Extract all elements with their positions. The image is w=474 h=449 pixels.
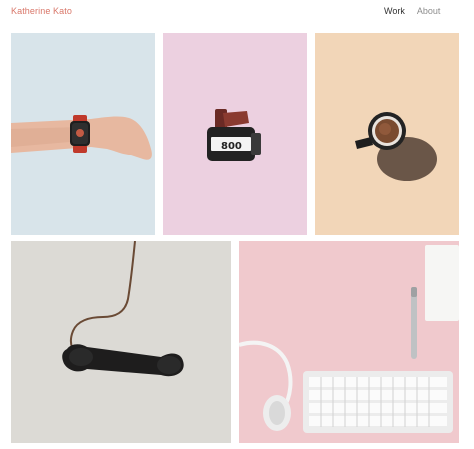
film-label: 800	[221, 141, 242, 152]
smartwatch-photo-tile[interactable]	[11, 33, 155, 235]
nav-about-link[interactable]: About	[417, 6, 441, 16]
desk-setup-photo-tile[interactable]	[239, 241, 459, 443]
nav-work-link[interactable]: Work	[384, 6, 405, 16]
main-nav: Work About	[384, 6, 440, 16]
coffee-cup-photo-tile[interactable]	[315, 33, 459, 235]
desk-setup-photo	[239, 241, 459, 443]
coffee-cup-photo	[315, 33, 459, 235]
site-title[interactable]: Katherine Kato	[11, 6, 72, 16]
telephone-handset-photo	[11, 241, 231, 443]
film-canister-photo: 800	[163, 33, 307, 235]
film-canister-photo-tile[interactable]: 800	[163, 33, 307, 235]
smartwatch-photo	[11, 33, 155, 235]
telephone-handset-photo-tile[interactable]	[11, 241, 231, 443]
